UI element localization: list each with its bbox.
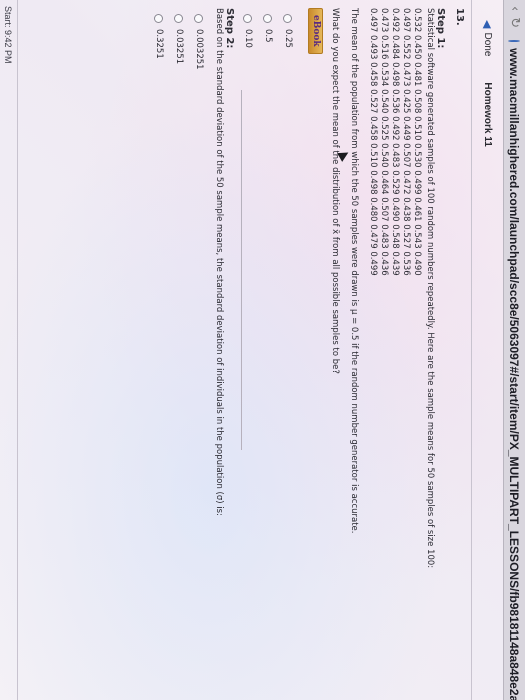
step1-prompt: What do you expect the mean of the distr… xyxy=(330,8,340,374)
done-label: Done xyxy=(482,32,493,57)
question-content: 13. Step 1: Statistical software generat… xyxy=(238,8,465,698)
ebook-button[interactable]: eBook xyxy=(308,8,323,54)
step1-title: Step 1: xyxy=(435,8,446,49)
sample-means-row: 0.532 0.450 0.481 0.508 0.510 0.530 0.49… xyxy=(412,8,422,276)
option-0-03251[interactable]: 0.03251 xyxy=(169,14,189,698)
option-0-25[interactable]: 0.25 xyxy=(278,14,298,698)
sample-means-row: 0.473 0.516 0.534 0.540 0.525 0.540 0.46… xyxy=(379,8,389,276)
back-arrow-icon: ◀ xyxy=(481,20,493,29)
question-number: 13. xyxy=(454,8,465,26)
sample-means-row: 0.492 0.484 0.498 0.536 0.492 0.483 0.52… xyxy=(390,8,400,276)
radio-button[interactable] xyxy=(194,14,204,23)
back-icon[interactable]: ‹ xyxy=(507,6,522,11)
sample-means-row: 0.497 0.493 0.458 0.527 0.458 0.510 0.49… xyxy=(368,8,378,276)
step1-options: 0.25 0.5 0.10 xyxy=(238,14,298,698)
step2-options: 0.003251 0.03251 0.3251 xyxy=(149,14,209,698)
site-info-icon[interactable] xyxy=(508,40,521,43)
option-0-3251[interactable]: 0.3251 xyxy=(149,14,169,698)
address-bar[interactable]: www.macmillanhighered.com/launchpad/scc8… xyxy=(508,48,522,700)
radio-button[interactable] xyxy=(243,14,253,23)
sample-means-row: 0.497 0.552 0.473 0.425 0.449 0.507 0.47… xyxy=(401,8,411,276)
radio-button[interactable] xyxy=(283,14,293,23)
option-0-003251[interactable]: 0.003251 xyxy=(189,14,209,698)
status-footer: Start: 9:42 PM xyxy=(0,0,18,700)
app-header: ◀ Done Homework 11 xyxy=(471,0,503,700)
divider xyxy=(241,90,242,450)
screen: ‹ ↻ www.macmillanhighered.com/launchpad/… xyxy=(0,0,525,700)
population-note: The mean of the population from which th… xyxy=(349,8,359,534)
step2-section: Step 2: Based on the standard deviation … xyxy=(149,8,235,698)
step2-prompt: Based on the standard deviation of the 5… xyxy=(214,8,224,516)
browser-toolbar: ‹ ↻ www.macmillanhighered.com/launchpad/… xyxy=(503,0,525,700)
step1-intro: Statistical software generated samples o… xyxy=(425,8,435,569)
option-label: 0.10 xyxy=(243,29,254,48)
sample-means-list: 0.532 0.450 0.481 0.508 0.510 0.530 0.49… xyxy=(367,8,422,698)
step2-title: Step 2: xyxy=(224,8,235,49)
start-time: Start: 9:42 PM xyxy=(3,6,13,64)
option-label: 0.003251 xyxy=(194,29,205,70)
option-0-5[interactable]: 0.5 xyxy=(258,14,278,698)
radio-button[interactable] xyxy=(174,14,184,23)
reload-icon[interactable]: ↻ xyxy=(507,17,522,28)
option-label: 0.25 xyxy=(283,29,294,48)
option-label: 0.3251 xyxy=(154,29,165,59)
radio-button[interactable] xyxy=(263,14,273,23)
option-label: 0.03251 xyxy=(174,29,185,65)
done-button[interactable]: ◀ Done xyxy=(481,20,494,56)
radio-button[interactable] xyxy=(154,14,164,23)
page-title: Homework 11 xyxy=(482,82,493,147)
option-label: 0.5 xyxy=(263,29,274,43)
